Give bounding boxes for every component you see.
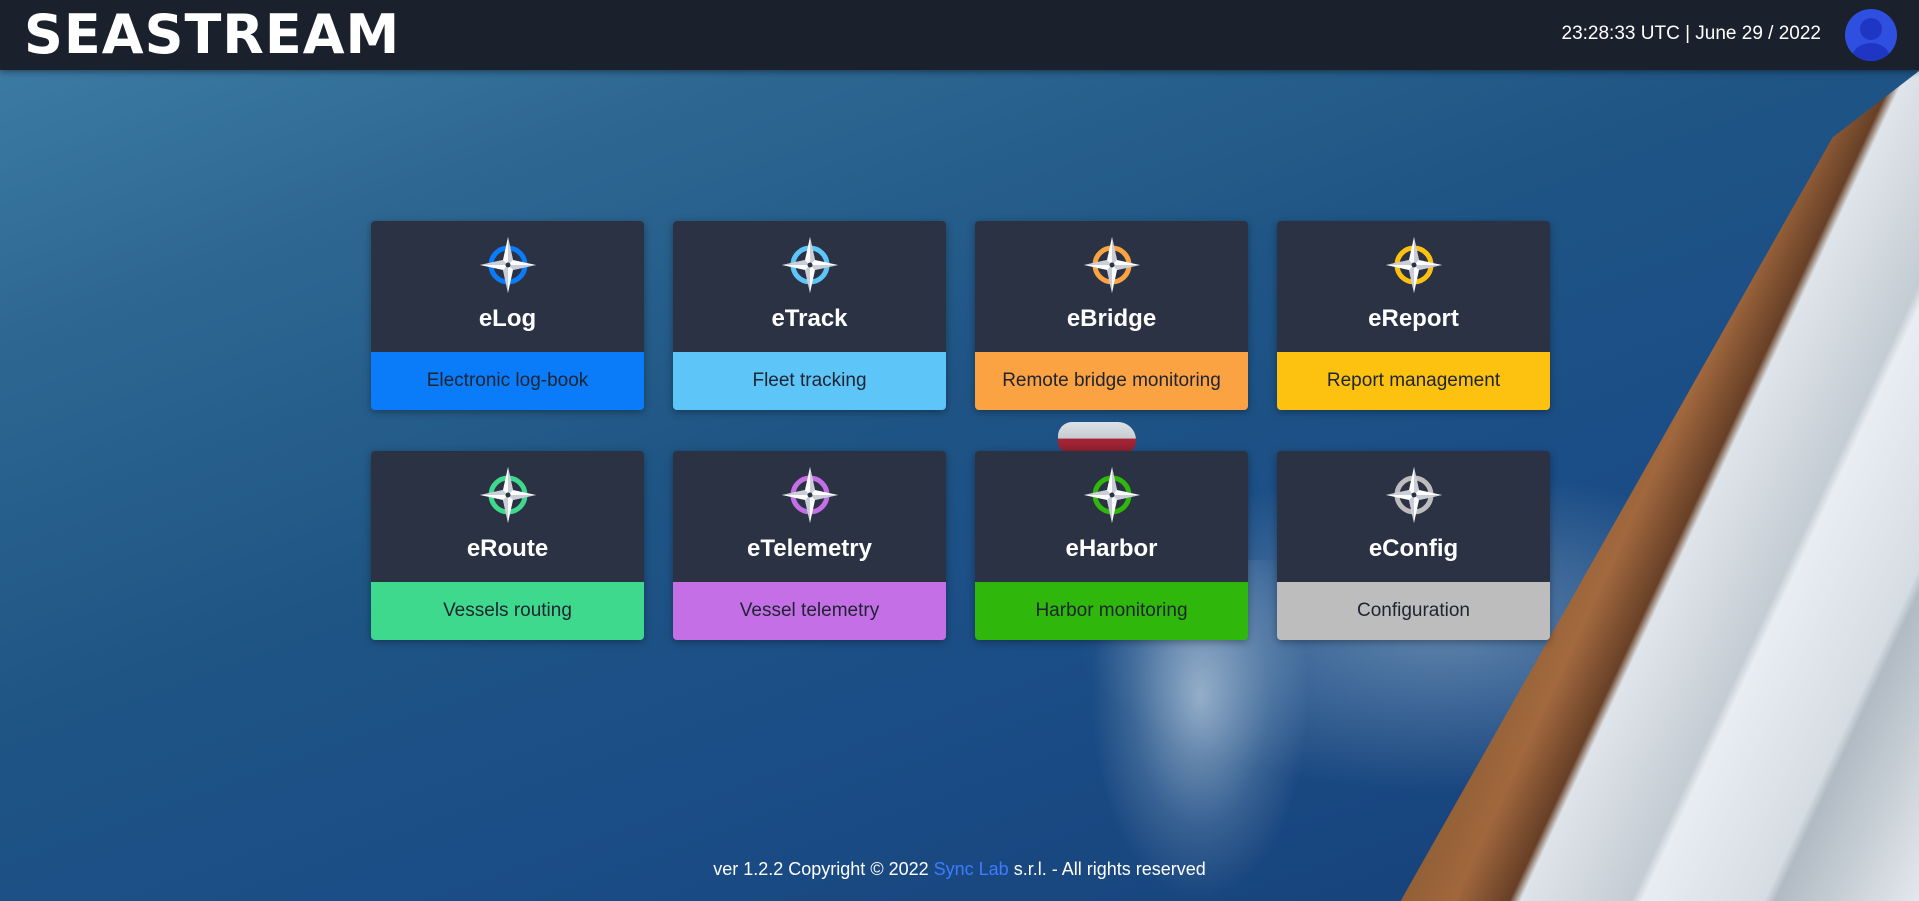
module-card-etrack[interactable]: eTrack Fleet tracking [673,221,946,410]
datetime-display: 23:28:33 UTC | June 29 / 2022 [1561,23,1822,44]
user-avatar-icon[interactable] [1845,9,1897,61]
footer-copyright-prefix: ver 1.2.2 Copyright © 2022 [713,859,934,879]
module-description: Remote bridge monitoring [975,352,1248,410]
module-description: Vessels routing [371,582,644,640]
module-card-eroute[interactable]: eRoute Vessels routing [371,451,644,640]
module-description: Harbor monitoring [975,582,1248,640]
avatar-body [1852,43,1890,61]
compass-rose-icon [479,466,537,524]
module-card-header: eTrack [673,221,946,352]
footer-copyright-suffix: s.r.l. - All rights reserved [1008,859,1206,879]
compass-rose-icon [781,466,839,524]
module-card-header: eLog [371,221,644,352]
module-card-header: eHarbor [975,451,1248,582]
footer: ver 1.2.2 Copyright © 2022 Sync Lab s.r.… [0,857,1919,881]
module-card-econfig[interactable]: eConfig Configuration [1277,451,1550,640]
compass-rose-icon [781,236,839,294]
module-description: Configuration [1277,582,1550,640]
module-card-header: eReport [1277,221,1550,352]
module-name: eTelemetry [747,535,872,562]
module-name: eLog [478,305,537,332]
small-boat [1058,422,1136,452]
module-card-header: eTelemetry [673,451,946,582]
module-card-ereport[interactable]: eReport Report management [1277,221,1550,410]
module-description: Report management [1277,352,1550,410]
module-name: eConfig [1368,535,1459,562]
module-description: Vessel telemetry [673,582,946,640]
avatar-head [1860,18,1882,40]
module-card-ebridge[interactable]: eBridge Remote bridge monitoring [975,221,1248,410]
compass-rose-icon [479,236,537,294]
module-card-header: eBridge [975,221,1248,352]
module-name: eRoute [466,535,549,562]
module-description: Electronic log-book [371,352,644,410]
module-name: eHarbor [1065,535,1158,562]
module-card-header: eRoute [371,451,644,582]
module-name: eBridge [1066,305,1157,332]
module-card-eharbor[interactable]: eHarbor Harbor monitoring [975,451,1248,640]
module-card-elog[interactable]: eLog Electronic log-book [371,221,644,410]
module-card-header: eConfig [1277,451,1550,582]
top-bar: SEASTREAM 23:28:33 UTC | June 29 / 2022 [0,0,1919,70]
compass-rose-icon [1385,466,1443,524]
module-card-etelemetry[interactable]: eTelemetry Vessel telemetry [673,451,946,640]
compass-rose-icon [1385,236,1443,294]
seastream-logo[interactable]: SEASTREAM [24,6,400,64]
sync-lab-link[interactable]: Sync Lab [934,859,1009,879]
compass-rose-icon [1083,466,1141,524]
compass-rose-icon [1083,236,1141,294]
module-name: eTrack [771,305,848,332]
module-name: eReport [1368,305,1459,332]
module-description: Fleet tracking [673,352,946,410]
